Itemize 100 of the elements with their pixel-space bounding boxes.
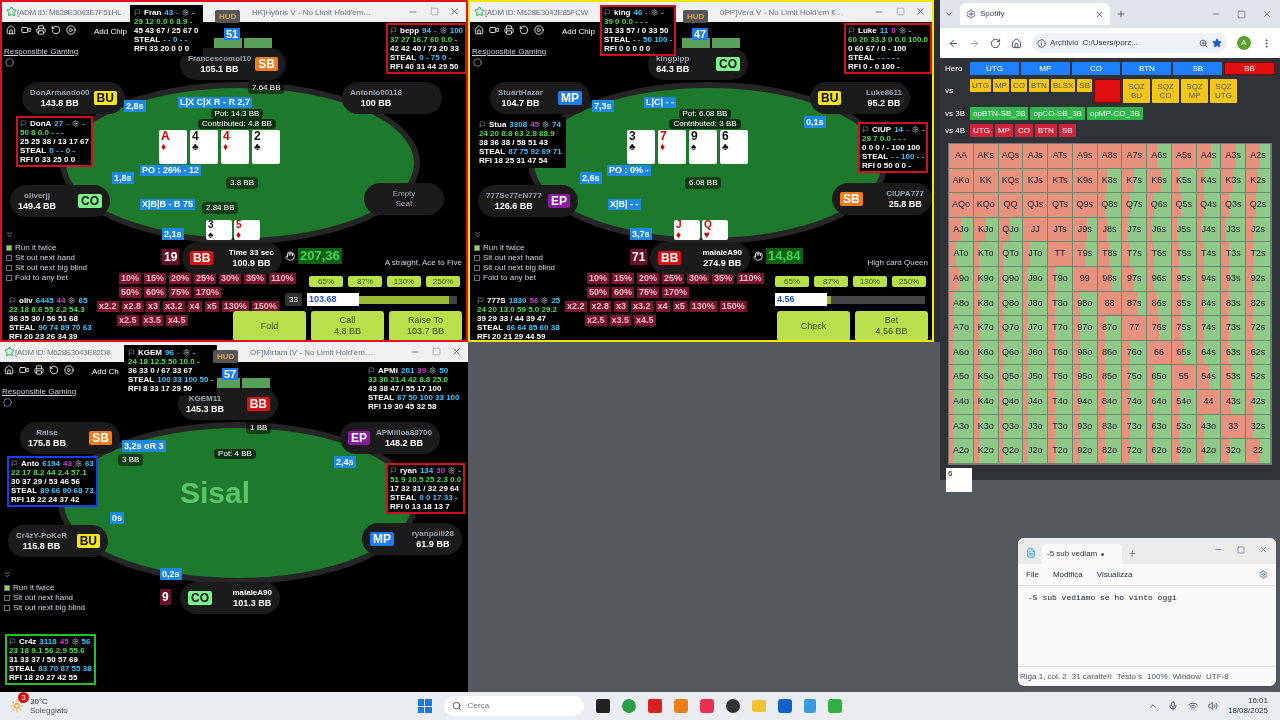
bet-size-button[interactable]: 170% — [662, 287, 690, 298]
responsible-gaming-link[interactable]: Responsible Gaming — [2, 386, 77, 398]
new-tab-icon[interactable] — [1116, 9, 1126, 19]
seat-plate[interactable]: Empty Seat — [364, 183, 444, 215]
collapse-icon[interactable] — [5, 230, 14, 239]
play-icon[interactable] — [66, 25, 76, 35]
range-cell[interactable]: 32o — [1221, 439, 1247, 464]
range-cell[interactable]: QJs — [1023, 193, 1049, 218]
seat-plate[interactable]: 777Se77eN777 126.6 BB EP — [478, 185, 578, 217]
bet-size-button[interactable]: 130% — [221, 301, 249, 312]
range-cell[interactable]: 76s — [1147, 316, 1172, 341]
seat-plate[interactable]: BB maiaieA90 274.9 BB — [650, 242, 750, 274]
home-icon[interactable] — [1011, 37, 1022, 49]
bet-size-button[interactable]: 130% — [689, 301, 717, 312]
range-cell[interactable]: KJs — [1023, 168, 1049, 194]
hud-button[interactable]: HUD — [215, 10, 241, 23]
range-cell[interactable]: JTo — [1023, 242, 1049, 267]
range-cell[interactable]: T6s — [1147, 242, 1172, 267]
range-cell[interactable]: AKs — [973, 144, 999, 169]
range-cell[interactable]: T5o — [1048, 365, 1073, 390]
range-button[interactable]: MP — [992, 79, 1009, 92]
range-cell[interactable]: 62o — [1147, 439, 1172, 464]
range-cell[interactable]: Q8s — [1097, 193, 1123, 218]
range-cell[interactable]: J5o — [1023, 365, 1049, 390]
range-cell[interactable]: 53s — [1221, 365, 1247, 390]
clock-time[interactable]: 16:01 — [1247, 696, 1268, 706]
range-button[interactable]: CO — [1014, 124, 1033, 137]
range-cell[interactable]: 92s — [1246, 266, 1271, 292]
bet-size-button[interactable]: 35% — [712, 273, 735, 284]
preset-button[interactable]: 250% — [892, 276, 926, 287]
range-cell[interactable]: 52o — [1171, 439, 1197, 464]
action-button[interactable]: Check — [777, 311, 850, 340]
amount-input[interactable]: 4.56 — [775, 293, 827, 306]
range-cell[interactable]: Q2s — [1246, 193, 1271, 218]
bet-size-button[interactable]: x2.2 — [97, 301, 119, 312]
bet-size-button[interactable]: x2.2 — [565, 301, 587, 312]
camera-icon[interactable] — [489, 25, 499, 35]
bet-size-button[interactable]: 15% — [144, 273, 167, 284]
text-area[interactable]: -5 sub vediamo se ho vinto oggi — [1018, 586, 1276, 666]
range-cell[interactable]: 96s — [1147, 266, 1172, 292]
range-cell[interactable]: Q3s — [1221, 193, 1247, 218]
range-cell[interactable]: 42s — [1246, 389, 1271, 415]
seat-plate[interactable]: StuartHazar 104.7 BB MP — [490, 82, 590, 114]
close-icon[interactable] — [449, 6, 460, 17]
bet-size-button[interactable]: x2.5 — [117, 315, 139, 326]
bet-size-button[interactable]: 15% — [612, 273, 635, 284]
wifi-icon[interactable] — [1187, 701, 1198, 711]
range-cell[interactable]: T7o — [1048, 316, 1073, 341]
range-button[interactable]: SQZ MP — [1181, 79, 1209, 103]
preset-button[interactable]: 65% — [309, 276, 343, 287]
range-cell[interactable]: AJs — [1023, 144, 1049, 169]
range-cell[interactable]: 86s — [1147, 291, 1172, 317]
range-cell[interactable]: Q9s — [1072, 193, 1098, 218]
range-cell[interactable]: 54s — [1196, 365, 1222, 390]
range-button[interactable]: CO — [1071, 62, 1121, 75]
range-cell[interactable]: 83s — [1221, 291, 1247, 317]
range-cell[interactable]: A7o — [949, 316, 974, 341]
checkbox[interactable] — [6, 254, 12, 261]
range-cell[interactable]: Q5s — [1171, 193, 1197, 218]
range-cell[interactable]: J4o — [1023, 389, 1049, 415]
checkbox[interactable] — [6, 244, 12, 251]
bet-size-button[interactable]: 10% — [119, 273, 141, 284]
range-button[interactable]: BTN — [1034, 124, 1057, 137]
range-cell[interactable]: 82o — [1097, 439, 1123, 464]
range-button[interactable]: CO — [1010, 79, 1027, 92]
start-icon[interactable] — [417, 699, 432, 713]
range-cell[interactable]: Q7s — [1122, 193, 1148, 218]
checkbox[interactable] — [6, 264, 12, 271]
range-cell[interactable]: 72s — [1246, 316, 1271, 341]
printer-icon[interactable] — [36, 25, 46, 35]
range-cell[interactable]: Q2o — [998, 439, 1024, 464]
range-cell[interactable]: AQo — [949, 193, 974, 218]
bet-size-button[interactable]: 30% — [219, 273, 242, 284]
seat-plate[interactable]: CO maiaieA90 101.3 BB — [180, 582, 280, 614]
bet-size-button[interactable]: x4.5 — [634, 315, 656, 326]
range-cell[interactable]: ATo — [949, 242, 974, 267]
close-icon[interactable] — [915, 6, 926, 17]
close-icon[interactable] — [1095, 9, 1104, 19]
range-button[interactable]: UTG — [970, 62, 1019, 75]
range-cell[interactable]: 93s — [1221, 266, 1247, 292]
preset-button[interactable]: 87% — [814, 276, 848, 287]
checkbox[interactable] — [6, 274, 12, 281]
bet-size-button[interactable]: 30% — [687, 273, 710, 284]
bet-size-button[interactable]: 60% — [144, 287, 167, 298]
range-cell[interactable]: J8o — [1023, 291, 1049, 317]
camera-icon[interactable] — [21, 25, 31, 35]
range-cell[interactable]: 97s — [1122, 266, 1148, 292]
range-cell[interactable]: A5o — [949, 365, 974, 390]
seat-plate[interactable]: Antonio00118 100 BB — [342, 82, 442, 114]
bet-size-button[interactable]: 170% — [194, 287, 222, 298]
preset-button[interactable]: 87% — [348, 276, 382, 287]
seat-plate[interactable]: Cr4zY-PoKeR 115.8 BB BU — [8, 525, 108, 557]
range-cell[interactable]: 95o — [1072, 365, 1098, 390]
range-cell[interactable]: T4s — [1196, 242, 1222, 267]
range-cell[interactable]: 73o — [1122, 414, 1148, 440]
range-cell[interactable]: AJo — [949, 217, 974, 243]
range-cell[interactable]: 65o — [1147, 365, 1172, 390]
address-bar[interactable]: Archivio C:/Users/porz... — [1032, 33, 1227, 53]
zoom-icon[interactable] — [1199, 38, 1208, 48]
range-cell[interactable]: 87o — [1097, 316, 1123, 341]
